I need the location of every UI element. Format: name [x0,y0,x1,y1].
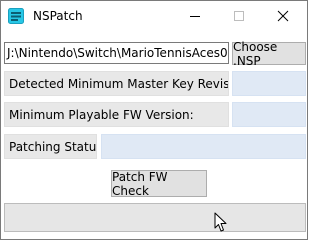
close-button[interactable] [261,1,305,32]
min-master-key-label: Detected Minimum Master Key Revision: [4,71,229,96]
app-window: NSPatch J:\Nintendo\Switch\MarioTennisAc… [0,0,308,240]
mouse-cursor-icon [214,212,227,232]
min-fw-version-value [232,102,306,127]
minimize-button[interactable] [173,1,217,32]
min-master-key-value [232,71,306,96]
maximize-icon [234,11,244,21]
close-icon [277,10,289,22]
title-bar[interactable]: NSPatch [1,1,307,32]
patching-status-value [101,134,306,159]
choose-nsp-button[interactable]: Choose .NSP [232,40,306,68]
progress-bar [4,203,306,232]
patch-fw-check-button[interactable]: Patch FW Check [111,170,207,198]
patching-status-label: Patching Status: [4,134,97,159]
nsp-path-input[interactable]: J:\Nintendo\Switch\MarioTennisAces0100 [4,42,229,64]
nspatch-app-icon [8,8,24,24]
minimize-icon [190,16,200,17]
min-fw-version-label: Minimum Playable FW Version: [4,102,229,127]
window-title: NSPatch [33,9,83,23]
maximize-button[interactable] [217,1,261,32]
